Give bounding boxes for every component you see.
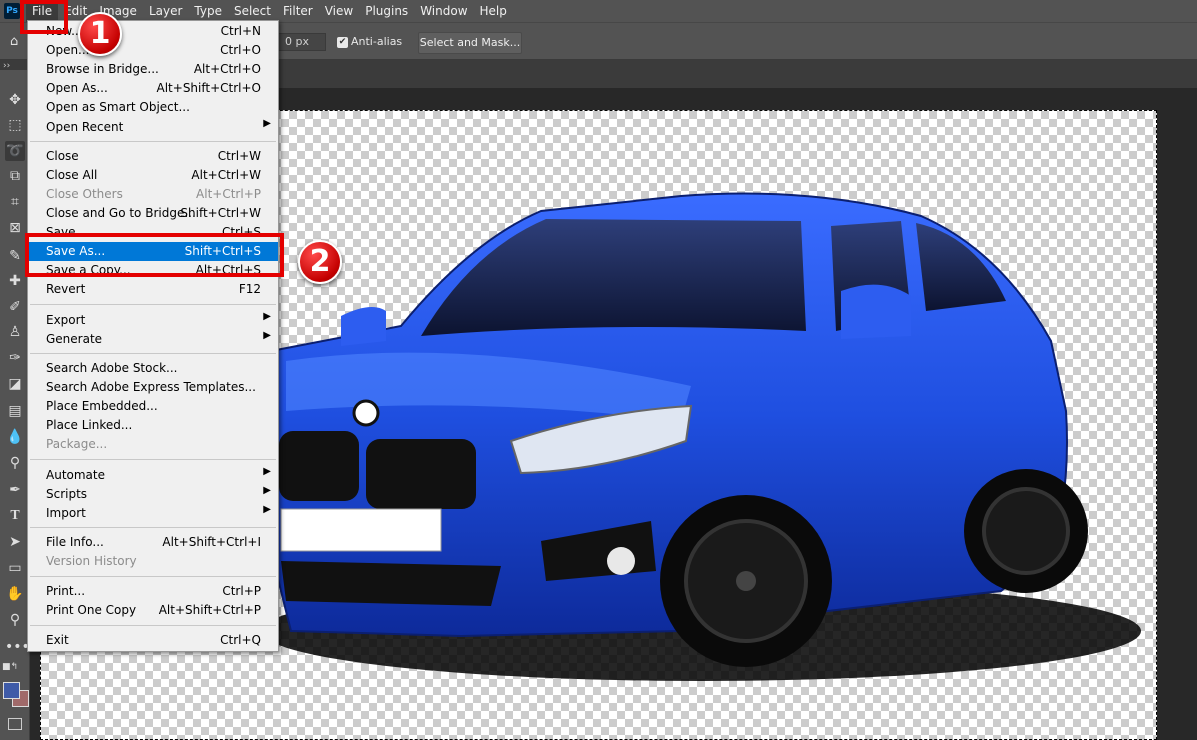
menu-item-scripts[interactable]: Scripts ▶ (28, 485, 278, 504)
menu-item-close-others: Close Others Alt+Ctrl+P (46, 187, 261, 201)
type-icon[interactable]: T (5, 506, 25, 526)
gradient-icon[interactable]: ▤ (5, 401, 25, 421)
submenu-arrow-icon: ▶ (263, 118, 271, 129)
menu-item-search-adobe-stock[interactable]: Search Adobe Stock... (28, 359, 278, 378)
rectangle-icon[interactable]: ▭ (5, 558, 25, 578)
path-select-icon[interactable]: ➤ (5, 532, 25, 552)
healing-icon[interactable]: ✚ (5, 271, 25, 291)
move-icon[interactable]: ✥ (5, 90, 25, 110)
file-menu-dropdown: New... Ctrl+N Open... Ctrl+O Browse in Bri… (27, 20, 279, 652)
anti-alias-checkbox[interactable]: ✔ (337, 37, 348, 48)
anti-alias-label: Anti-alias (351, 35, 403, 48)
dodge-icon[interactable]: ⚲ (5, 453, 25, 473)
quick-mask-icon[interactable] (8, 718, 22, 730)
blur-icon[interactable]: 💧 (5, 427, 25, 447)
menu-layer[interactable]: Layer (143, 0, 188, 22)
frame-icon[interactable]: ⊠ (5, 218, 25, 238)
submenu-arrow-icon: ▶ (263, 485, 271, 496)
menu-item-exit[interactable]: Exit Ctrl+Q (28, 631, 278, 650)
menu-separator (30, 576, 276, 577)
foreground-color-swatch[interactable] (3, 682, 20, 699)
crop-icon[interactable]: ⌗ (5, 192, 25, 212)
home-icon[interactable]: ⌂ (10, 34, 24, 49)
menu-item-generate[interactable]: Generate ▶ (28, 330, 278, 349)
menu-type[interactable]: Type (188, 0, 228, 22)
menu-item-place-embedded[interactable]: Place Embedded... (28, 397, 278, 416)
menu-item-package: Package... (46, 437, 108, 451)
menu-view[interactable]: View (319, 0, 359, 22)
menu-filter[interactable]: Filter (277, 0, 319, 22)
menu-item-import[interactable]: Import ▶ (28, 504, 278, 523)
feather-input[interactable]: 0 px (278, 33, 326, 51)
menu-item-automate[interactable]: Automate ▶ (28, 466, 278, 485)
history-brush-icon[interactable]: ✑ (5, 348, 25, 368)
menu-separator (30, 353, 276, 354)
submenu-arrow-icon: ▶ (263, 330, 271, 341)
hand-icon[interactable]: ✋ (5, 584, 25, 604)
tools-panel: ✥ ⬚ ➰ ⧉ ⌗ ⊠ ✎ ✚ ✐ ♙ ✑ ◪ ▤ 💧 ⚲ ✒ T ➤ ▭ ✋ … (0, 70, 30, 740)
menu-help[interactable]: Help (474, 0, 513, 22)
lasso-icon[interactable]: ➰ (5, 141, 25, 161)
menu-item-file-info[interactable]: File Info... Alt+Shift+Ctrl+I (28, 533, 278, 552)
submenu-arrow-icon: ▶ (263, 504, 271, 515)
menu-separator (30, 304, 276, 305)
menu-plugins[interactable]: Plugins (359, 0, 414, 22)
menu-separator (30, 527, 276, 528)
submenu-arrow-icon: ▶ (263, 311, 271, 322)
default-colors-icon[interactable]: ■↰ (2, 662, 18, 672)
menu-bar: Ps File Edit Image Layer Type Select Fil… (0, 0, 1197, 22)
menu-item-close-and-go-to-bridge[interactable]: Close and Go to Bridge... Shift+Ctrl+W (28, 204, 278, 223)
zoom-icon[interactable]: ⚲ (5, 610, 25, 630)
submenu-arrow-icon: ▶ (263, 466, 271, 477)
save-as-highlight-box (25, 233, 284, 277)
menu-item-export[interactable]: Export ▶ (28, 311, 278, 330)
menu-item-close[interactable]: Close Ctrl+W (28, 147, 278, 166)
menu-separator (30, 625, 276, 626)
menu-separator (30, 141, 276, 142)
menu-item-revert[interactable]: Revert F12 (28, 280, 278, 299)
menu-item-version-history: Version History (46, 554, 137, 568)
menu-item-close-all[interactable]: Close All Alt+Ctrl+W (28, 166, 278, 185)
step-2-badge: 2 (298, 240, 342, 284)
menu-item-open-as-smart-object[interactable]: Open as Smart Object... (28, 98, 278, 117)
brush-icon[interactable]: ✐ (5, 297, 25, 317)
menu-window[interactable]: Window (414, 0, 473, 22)
menu-item-open[interactable]: Open... Ctrl+O (28, 41, 278, 60)
eraser-icon[interactable]: ◪ (5, 374, 25, 394)
select-and-mask-button[interactable]: Select and Mask... (418, 32, 522, 54)
menu-item-search-adobe-express-templates[interactable]: Search Adobe Express Templates... (28, 378, 278, 397)
menu-select[interactable]: Select (228, 0, 277, 22)
file-menu-highlight-box (20, 0, 68, 34)
eyedropper-icon[interactable]: ✎ (5, 246, 25, 266)
menu-item-open-as[interactable]: Open As... Alt+Shift+Ctrl+O (28, 79, 278, 98)
menu-item-browse-in-bridge[interactable]: Browse in Bridge... Alt+Ctrl+O (28, 60, 278, 79)
menu-item-print[interactable]: Print... Ctrl+P (28, 582, 278, 601)
object-select-icon[interactable]: ⧉ (5, 166, 25, 186)
pen-icon[interactable]: ✒ (5, 480, 25, 500)
menu-item-print-one-copy[interactable]: Print One Copy Alt+Shift+Ctrl+P (28, 601, 278, 620)
menu-separator (30, 459, 276, 460)
menu-item-open-recent[interactable]: Open Recent ▶ (28, 118, 278, 137)
photoshop-logo-icon: Ps (4, 3, 20, 19)
marquee-icon[interactable]: ⬚ (5, 115, 25, 135)
stamp-icon[interactable]: ♙ (5, 322, 25, 342)
more-icon[interactable]: ••• (5, 637, 30, 657)
menu-item-place-linked[interactable]: Place Linked... (28, 416, 278, 435)
step-1-badge: 1 (78, 12, 122, 56)
